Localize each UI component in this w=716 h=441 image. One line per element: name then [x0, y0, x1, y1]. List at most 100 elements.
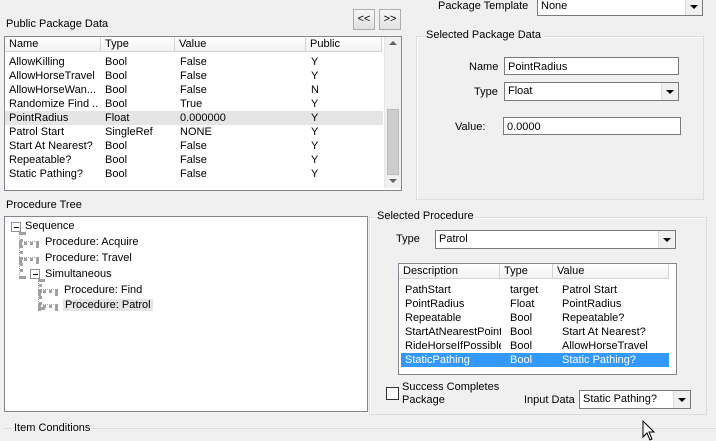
selected-package-title: Selected Package Data: [424, 29, 543, 41]
procedure-type-value: Patrol: [439, 233, 468, 245]
scroll-down-icon[interactable]: [389, 179, 397, 183]
cell-type: target: [510, 284, 539, 296]
cell-value: AllowHorseTravel: [562, 340, 648, 352]
col-header-name[interactable]: Name: [5, 37, 101, 52]
cell-description: Repeatable: [405, 312, 462, 324]
next-button[interactable]: >>: [379, 9, 401, 30]
item-conditions-title: Item Conditions: [12, 422, 93, 434]
cell-public: N: [311, 84, 319, 96]
tree-node-simultaneous[interactable]: Simultaneous: [45, 268, 112, 280]
table-row[interactable]: Start At Nearest? Bool False Y: [5, 139, 383, 153]
table-row[interactable]: PointRadius Float PointRadius: [401, 297, 669, 311]
cell-value: False: [180, 168, 207, 180]
cell-public: Y: [311, 154, 319, 166]
tree-node-acquire[interactable]: Procedure: Acquire: [45, 236, 139, 248]
col-header-value[interactable]: Value: [175, 37, 306, 52]
cell-value: 0.000000: [180, 112, 226, 124]
cell-type: Float: [105, 112, 130, 124]
package-type-label: Type: [474, 86, 498, 98]
cell-value: False: [180, 140, 207, 152]
public-package-scrollbar[interactable]: [384, 37, 401, 188]
tree-line: [19, 257, 39, 261]
input-data-combo[interactable]: Static Pathing?: [579, 390, 691, 409]
scroll-thumb[interactable]: [387, 109, 399, 175]
cell-value: PointRadius: [562, 298, 622, 310]
cell-description: StaticPathing: [405, 354, 470, 366]
cell-type: Bool: [105, 154, 128, 166]
table-row[interactable]: Patrol Start SingleRef NONE Y: [5, 125, 383, 139]
cell-public: Y: [311, 70, 319, 82]
scroll-up-icon[interactable]: [389, 41, 397, 45]
tree-line: [19, 232, 23, 279]
package-template-label: Package Template: [438, 0, 529, 12]
public-package-list[interactable]: Name Type Value Public AllowKilling Bool F…: [4, 36, 402, 191]
package-name-label: Name: [469, 61, 499, 73]
cell-type: Bool: [105, 56, 128, 68]
procedure-tree-title: Procedure Tree: [6, 199, 82, 211]
table-row[interactable]: Randomize Find ... Bool True Y: [5, 97, 383, 111]
package-type-combo[interactable]: Float: [504, 82, 679, 101]
cell-public: Y: [311, 126, 319, 138]
tree-line: [38, 304, 58, 308]
cell-name: AllowKilling: [9, 56, 65, 68]
package-value-label: Value:: [455, 121, 486, 133]
chevron-down-icon[interactable]: [673, 391, 690, 408]
cell-value: False: [180, 56, 207, 68]
cell-public: Y: [311, 112, 319, 124]
cell-type: Bool: [510, 312, 533, 324]
table-row[interactable]: Repeatable Bool Repeatable?: [401, 311, 669, 325]
col-header-public[interactable]: Public: [306, 37, 382, 52]
tree-node-find[interactable]: Procedure: Find: [64, 284, 142, 296]
cell-type: Bool: [510, 326, 533, 338]
table-row[interactable]: AllowKilling Bool False Y: [5, 55, 383, 69]
cell-public: Y: [311, 140, 319, 152]
package-template-value: None: [541, 0, 568, 12]
table-row[interactable]: AllowHorseTravel Bool False Y: [5, 69, 383, 83]
public-package-title: Public Package Data: [6, 18, 109, 30]
cell-type: Bool: [510, 340, 533, 352]
cell-public: Y: [311, 56, 319, 68]
collapse-icon[interactable]: [30, 269, 40, 279]
table-row[interactable]: StartAtNearestPoint Bool Start At Nearest?: [401, 325, 669, 339]
table-row[interactable]: AllowHorseWan... Bool False N: [5, 83, 383, 97]
tree-node-travel[interactable]: Procedure: Travel: [45, 252, 132, 264]
cell-description: StartAtNearestPoint: [405, 326, 501, 338]
table-row[interactable]: Static Pathing? Bool False Y: [5, 167, 383, 181]
procedure-tree[interactable]: Sequence Procedure: Acquire Procedure: T…: [4, 216, 368, 412]
table-row[interactable]: PathStart target Patrol Start: [401, 283, 669, 297]
table-row[interactable]: Repeatable? Bool False Y: [5, 153, 383, 167]
col-header-type[interactable]: Type: [101, 37, 175, 52]
collapse-icon[interactable]: [11, 222, 21, 232]
cell-name: PointRadius: [9, 112, 69, 124]
tree-node-patrol[interactable]: Procedure: Patrol: [63, 299, 153, 311]
package-value-input[interactable]: 0.0000: [503, 117, 681, 135]
chevron-down-icon[interactable]: [685, 0, 702, 15]
table-row[interactable]: RideHorseIfPossible Bool AllowHorseTravel: [401, 339, 669, 353]
success-completes-label-2: Package: [402, 394, 445, 406]
procedure-params-list[interactable]: Description Type Value PathStart target Pa…: [398, 263, 677, 375]
prev-button[interactable]: <<: [353, 9, 375, 30]
package-template-combo[interactable]: None: [537, 0, 703, 16]
cell-value: Repeatable?: [562, 312, 625, 324]
success-completes-checkbox[interactable]: [386, 387, 399, 400]
cell-value: NONE: [180, 126, 212, 138]
tree-line: [19, 241, 39, 245]
cell-name: Patrol Start: [9, 126, 65, 138]
cell-description: RideHorseIfPossible: [405, 340, 501, 352]
procedure-type-combo[interactable]: Patrol: [435, 230, 676, 249]
package-type-value: Float: [508, 85, 533, 97]
col-header-value[interactable]: Value: [553, 264, 669, 279]
procedure-type-label: Type: [396, 233, 420, 245]
package-name-input[interactable]: PointRadius: [504, 57, 679, 75]
chevron-down-icon[interactable]: [658, 231, 675, 248]
cell-name: AllowHorseTravel: [9, 70, 95, 82]
table-row[interactable]: StaticPathing Bool Static Pathing?: [401, 353, 669, 367]
col-header-type[interactable]: Type: [500, 264, 553, 279]
chevron-down-icon[interactable]: [661, 83, 678, 100]
cell-type: Bool: [105, 84, 128, 96]
cell-value: Patrol Start: [562, 284, 618, 296]
col-header-description[interactable]: Description: [399, 264, 500, 279]
tree-node-sequence[interactable]: Sequence: [25, 220, 75, 232]
table-row[interactable]: PointRadius Float 0.000000 Y: [5, 111, 383, 125]
cell-value: False: [180, 84, 207, 96]
